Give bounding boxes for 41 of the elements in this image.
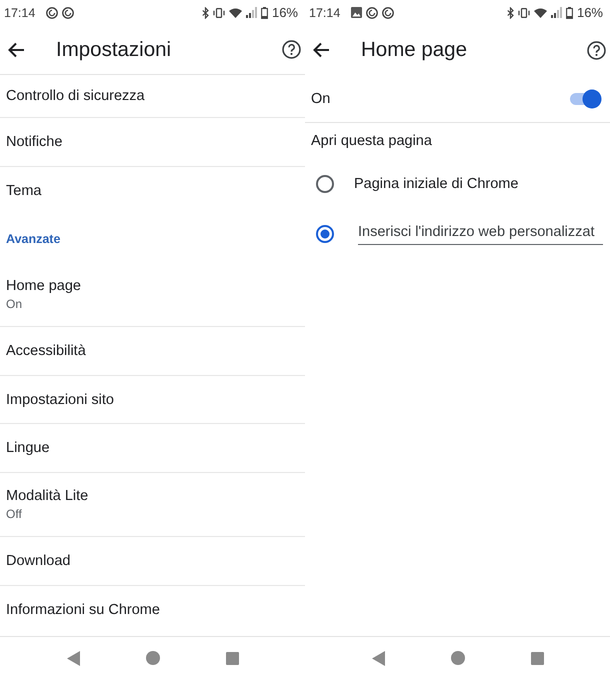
radio-button[interactable] <box>316 175 334 193</box>
signal-icon <box>246 7 257 18</box>
battery-icon <box>260 6 268 18</box>
status-time: 17:14 <box>309 6 340 20</box>
vibrate-icon <box>212 8 225 18</box>
url-field[interactable]: Inserisci l'indirizzo web personalizzat <box>358 224 603 244</box>
screen-title: Impostazioni <box>56 38 172 62</box>
bluetooth-icon <box>202 6 209 18</box>
circle-home-icon[interactable] <box>450 651 464 665</box>
battery-percent: 16% <box>576 5 603 20</box>
wifi-icon <box>228 8 242 18</box>
battery-percent: 16% <box>272 5 298 20</box>
swirl-icon <box>62 6 74 18</box>
back-arrow-icon[interactable] <box>8 42 24 58</box>
status-time: 17:14 <box>4 6 36 20</box>
back-arrow-icon[interactable] <box>313 42 329 58</box>
square-recents-icon[interactable] <box>226 652 238 664</box>
screen-title: Home page <box>361 38 468 62</box>
help-icon[interactable] <box>282 40 301 59</box>
swirl-icon <box>46 6 58 18</box>
swirl-icon <box>382 6 394 18</box>
item-status: On <box>6 297 22 312</box>
option-label: Pagina iniziale di Chrome <box>354 176 518 192</box>
triangle-back-icon[interactable] <box>66 650 80 666</box>
section-header: Avanzate <box>6 232 60 246</box>
wifi-icon <box>534 8 547 18</box>
image-icon <box>351 7 362 18</box>
item-status: Off <box>6 506 22 521</box>
radio-button[interactable] <box>316 225 334 243</box>
square-recents-icon[interactable] <box>530 652 544 664</box>
signal-icon <box>550 7 562 18</box>
triangle-back-icon[interactable] <box>372 650 384 666</box>
toggle-label: On <box>311 90 332 106</box>
battery-icon <box>566 6 573 18</box>
bluetooth-icon <box>506 6 514 18</box>
swirl-icon <box>366 6 378 18</box>
help-icon[interactable] <box>587 40 606 60</box>
section-label: Apri questa pagina <box>311 133 432 149</box>
toggle-switch[interactable] <box>568 88 602 108</box>
vibrate-icon <box>518 8 530 18</box>
circle-home-icon[interactable] <box>146 651 160 665</box>
